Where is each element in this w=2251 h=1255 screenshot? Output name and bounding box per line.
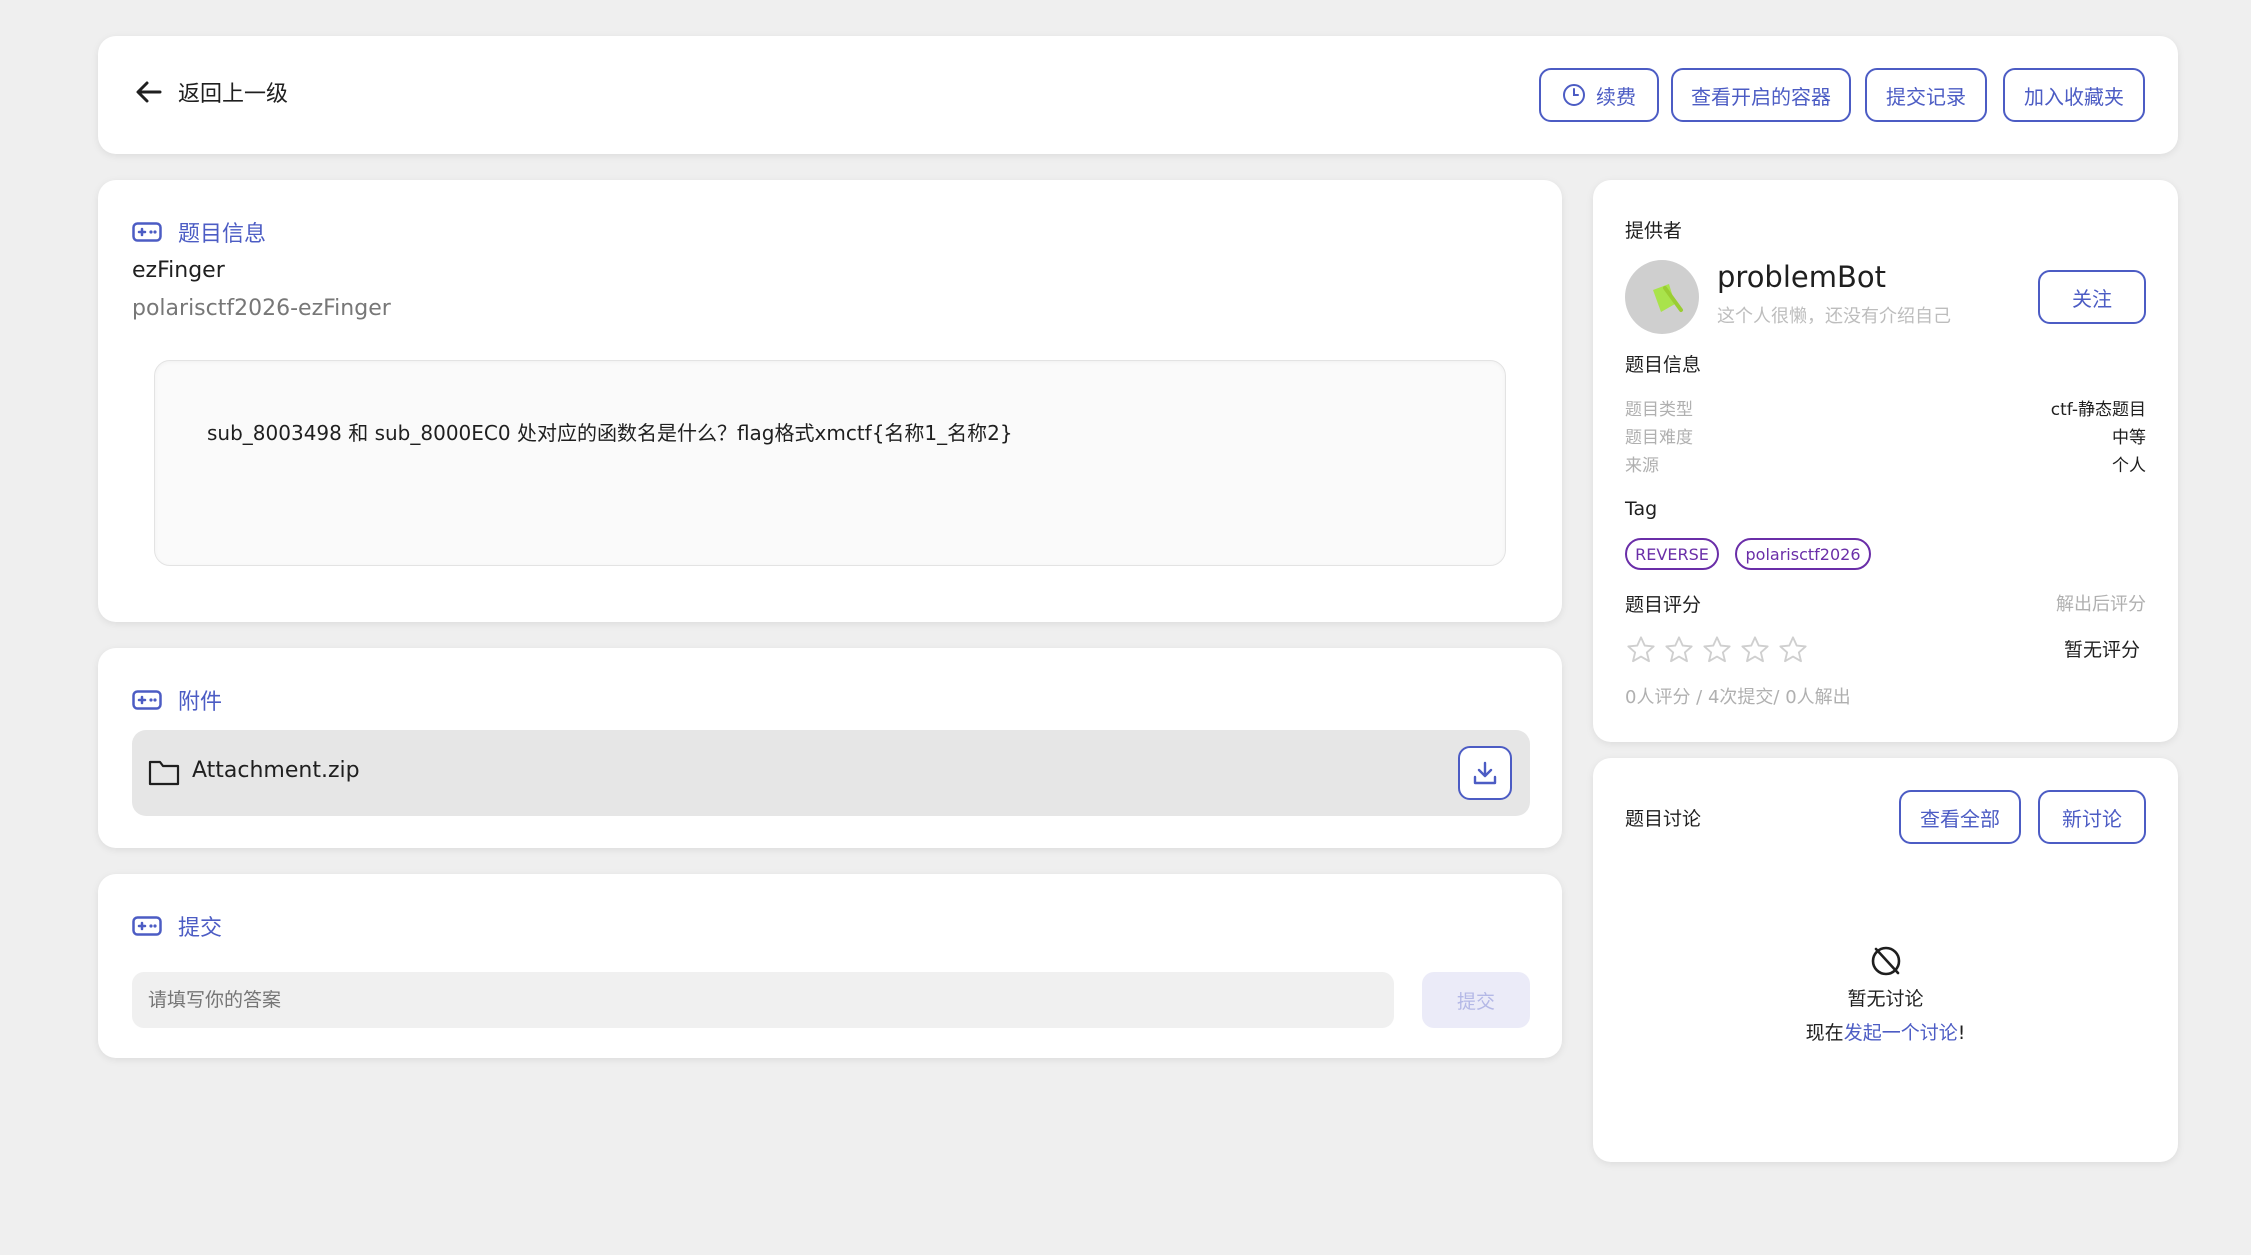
challenge-description-box: sub_8003498 和 sub_8000EC0 处对应的函数名是什么？fla…	[154, 360, 1506, 566]
tag-heading: Tag	[1625, 498, 1658, 520]
submit-card: 提交 提交	[98, 874, 1562, 1058]
star-rating[interactable]	[1625, 634, 1825, 668]
info-type-value: ctf-静态题目	[2050, 400, 2146, 420]
renew-label: 续费	[1596, 84, 1636, 109]
start-discussion-prompt: 现在发起一个讨论!	[1593, 1018, 2178, 1045]
star-icon[interactable]	[1777, 634, 1809, 666]
clock-icon	[1563, 84, 1585, 106]
header-bar: 返回上一级 续费 查看开启的容器 提交记录 加入收藏夹	[98, 36, 2178, 154]
gamepad-icon	[132, 222, 162, 242]
rating-hint: 解出后评分	[2056, 594, 2146, 615]
back-button[interactable]: 返回上一级	[134, 76, 288, 108]
download-icon	[1473, 761, 1497, 785]
submit-title: 提交	[178, 916, 223, 941]
provider-bio: 这个人很懒，还没有介绍自己	[1717, 306, 1951, 327]
follow-button[interactable]: 关注	[2038, 270, 2146, 324]
view-all-label: 查看全部	[1920, 806, 2000, 831]
challenge-full-id: polarisctf2026-ezFinger	[132, 296, 391, 321]
no-discussion-icon	[1871, 946, 1901, 976]
challenge-description: sub_8003498 和 sub_8000EC0 处对应的函数名是什么？fla…	[207, 421, 1013, 445]
download-button[interactable]	[1458, 746, 1512, 800]
arrow-left-icon	[136, 81, 162, 103]
view-containers-button[interactable]: 查看开启的容器	[1671, 68, 1851, 122]
attachment-row[interactable]: Attachment.zip	[132, 730, 1530, 816]
info-source-label: 来源	[1625, 456, 1659, 476]
discussion-card: 题目讨论 查看全部 新讨论 暂无讨论 现在发起一个讨论!	[1593, 758, 2178, 1162]
star-icon[interactable]	[1625, 634, 1657, 666]
add-favorite-label: 加入收藏夹	[2024, 84, 2124, 109]
info-heading: 题目信息	[1625, 354, 1702, 376]
challenge-info-heading: 题目信息	[132, 216, 266, 248]
challenge-info-card: 题目信息 ezFinger polarisctf2026-ezFinger su…	[98, 180, 1562, 622]
attachment-title: 附件	[178, 690, 223, 715]
info-difficulty-value: 中等	[2112, 428, 2146, 448]
view-containers-label: 查看开启的容器	[1691, 84, 1831, 109]
bot-avatar-icon	[1653, 284, 1683, 312]
attachment-heading: 附件	[132, 684, 222, 716]
empty-discussion-title: 暂无讨论	[1847, 988, 1924, 1010]
prompt-suffix: !	[1957, 1022, 1966, 1044]
rating-heading: 题目评分	[1625, 594, 1702, 616]
star-icon[interactable]	[1701, 634, 1733, 666]
star-icon[interactable]	[1739, 634, 1771, 666]
provider-heading: 提供者	[1625, 220, 1683, 242]
challenge-info-title: 题目信息	[178, 222, 267, 247]
info-source-value: 个人	[2112, 456, 2146, 476]
gamepad-icon	[132, 690, 162, 710]
provider-name[interactable]: problemBot	[1717, 260, 1886, 294]
folder-icon	[148, 760, 180, 786]
submit-heading: 提交	[132, 910, 222, 942]
info-row: 题目类型 ctf-静态题目	[1625, 395, 2146, 420]
avatar[interactable]	[1625, 260, 1699, 334]
new-discussion-button[interactable]: 新讨论	[2038, 790, 2146, 844]
start-discussion-link[interactable]: 发起一个讨论	[1844, 1022, 1958, 1044]
submit-button[interactable]: 提交	[1422, 972, 1530, 1028]
tag-polarisctf2026[interactable]: polarisctf2026	[1735, 538, 1871, 570]
submission-records-label: 提交记录	[1886, 84, 1966, 109]
challenge-name: ezFinger	[132, 258, 225, 283]
discussion-heading: 题目讨论	[1625, 808, 1702, 830]
rating-stats: 0人评分 / 4次提交/ 0人解出	[1625, 687, 1851, 708]
renew-button[interactable]: 续费	[1539, 68, 1659, 122]
tag-reverse[interactable]: REVERSE	[1625, 538, 1719, 570]
view-all-discussions-button[interactable]: 查看全部	[1899, 790, 2021, 844]
prompt-prefix: 现在	[1805, 1022, 1844, 1044]
add-favorite-button[interactable]: 加入收藏夹	[2003, 68, 2145, 122]
info-type-label: 题目类型	[1625, 400, 1693, 420]
rating-none-label: 暂无评分	[2063, 639, 2140, 661]
attachment-card: 附件 Attachment.zip	[98, 648, 1562, 848]
star-icon[interactable]	[1663, 634, 1695, 666]
gamepad-icon	[132, 916, 162, 936]
answer-input[interactable]	[132, 972, 1394, 1028]
new-discussion-label: 新讨论	[2062, 806, 2122, 831]
info-row: 题目难度 中等	[1625, 423, 2146, 448]
submission-records-button[interactable]: 提交记录	[1865, 68, 1987, 122]
provider-card: 提供者 problemBot 这个人很懒，还没有介绍自己 关注 题目信息 题目类…	[1593, 180, 2178, 742]
back-label: 返回上一级	[178, 82, 289, 107]
info-difficulty-label: 题目难度	[1625, 428, 1693, 448]
attachment-file-name: Attachment.zip	[192, 758, 360, 783]
info-row: 来源 个人	[1625, 451, 2146, 476]
follow-label: 关注	[2072, 286, 2112, 311]
